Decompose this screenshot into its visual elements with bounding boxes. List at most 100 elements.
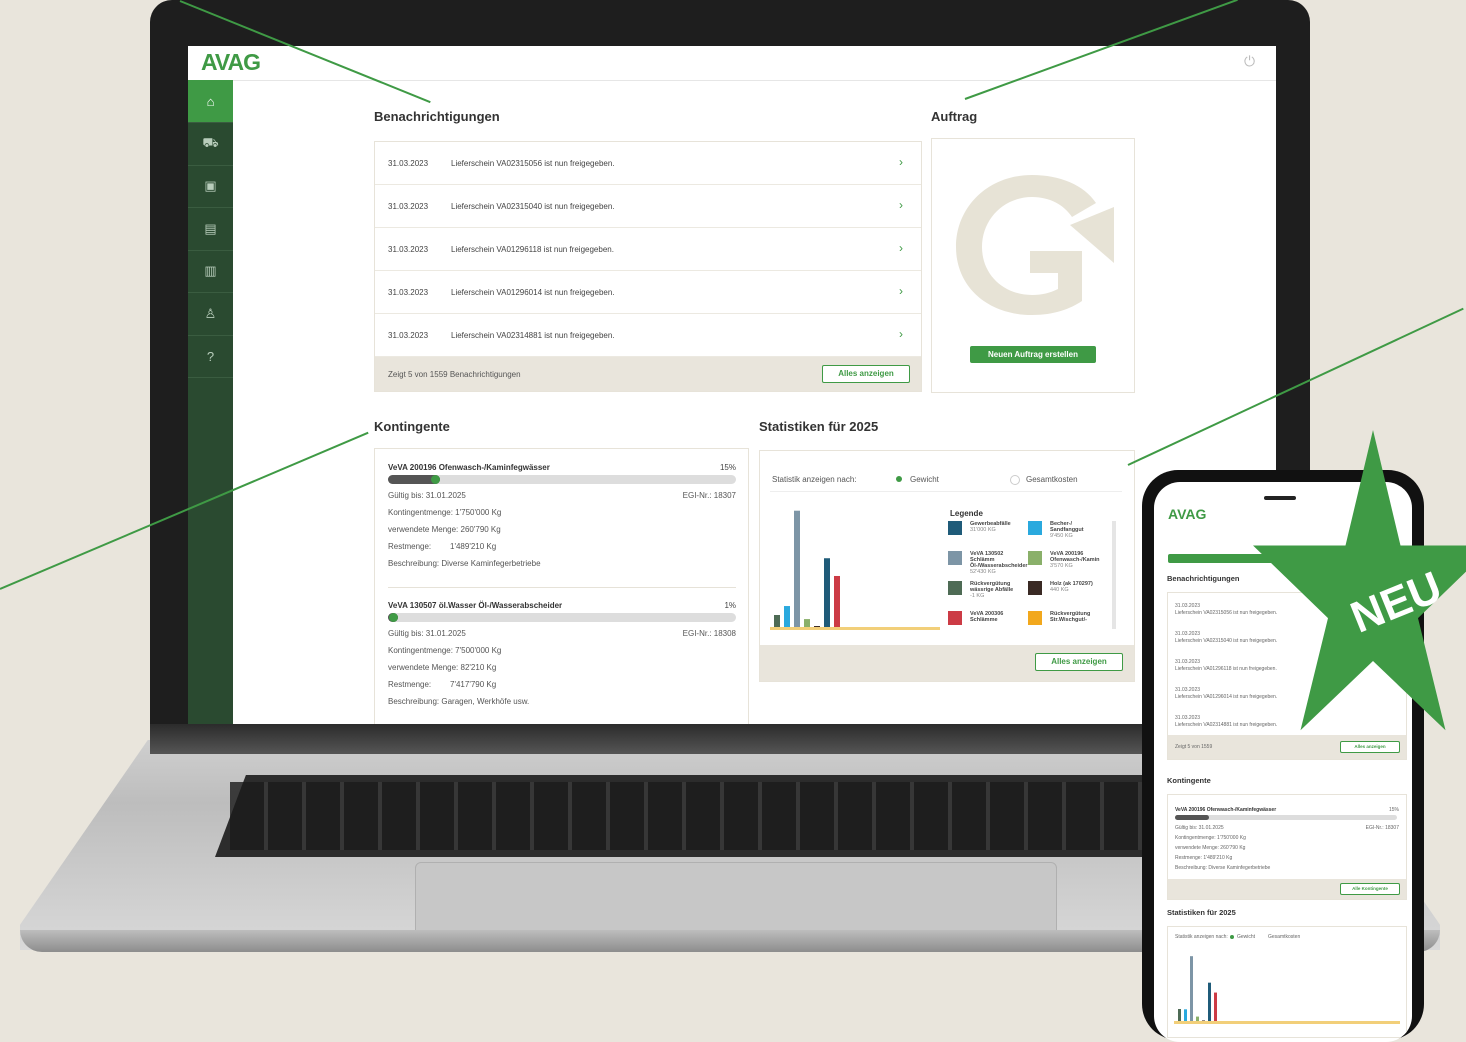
chart-bar[interactable] <box>804 619 810 627</box>
sidebar: ⌂ ⛟ ▣ ▤ ▥ ♙? <box>188 80 233 724</box>
quotas-title: Kontingente <box>374 419 450 434</box>
stats-filter-label: Statistik anzeigen nach: <box>772 475 857 484</box>
phone-cost-option[interactable]: Gesamtkosten <box>1268 934 1300 940</box>
notification-text: Lieferschein VA01296014 ist nun freigege… <box>451 288 615 297</box>
quota-egi-number: EGI-Nr.: 18308 <box>682 629 736 638</box>
notifications-count: Zeigt 5 von 1559 Benachrichtigungen <box>388 370 521 379</box>
home-nav-item[interactable]: ⌂ <box>188 80 233 123</box>
notification-row[interactable]: 31.03.2023 Lieferschein VA02315040 ist nu… <box>375 185 921 228</box>
phone-show-all-button[interactable]: Alles anzeigen <box>1340 741 1400 753</box>
phone-stats-title: Statistiken für 2025 <box>1167 908 1236 917</box>
phone-notifications-count: Zeigt 5 von 1559 <box>1175 744 1213 750</box>
stats-title: Statistiken für 2025 <box>759 419 879 434</box>
document-icon: ▣ <box>204 178 217 193</box>
quota-progress-marker <box>389 613 398 622</box>
legend-item: Gewerbeabfälle 31'000 KG <box>970 521 1026 533</box>
legend-swatch <box>948 551 962 565</box>
phone-quotas-title: Kontingente <box>1167 776 1211 785</box>
chart-bar[interactable] <box>1184 1009 1187 1021</box>
legend-title: Legende <box>950 509 983 518</box>
user-nav-item[interactable]: ♙ <box>188 293 233 336</box>
chart-bar[interactable] <box>814 626 820 627</box>
phone-weight-option[interactable]: Gewicht <box>1237 934 1255 940</box>
notification-row[interactable]: 31.03.2023 Lieferschein VA01296014 ist nu… <box>375 271 921 314</box>
chart-bar[interactable] <box>824 558 830 627</box>
invoice-nav-item[interactable]: ▤ <box>188 208 233 251</box>
weight-radio[interactable] <box>896 476 902 482</box>
legend-value: 52'430 KG <box>970 569 996 575</box>
notification-text: Lieferschein VA01296118 ist nun freigege… <box>451 245 614 254</box>
avag-g-logo <box>956 175 1114 315</box>
legend-item: Becher-/ Sandfanggut 9'450 KG <box>1050 521 1106 539</box>
chart-bar[interactable] <box>784 606 790 627</box>
chart-bar[interactable] <box>834 575 840 627</box>
app-logo[interactable]: AVAG <box>201 49 261 76</box>
stats-show-all-button[interactable]: Alles anzeigen <box>1035 653 1123 671</box>
chart-bar[interactable] <box>774 615 780 627</box>
quota-progress-marker <box>431 475 441 484</box>
phone-notifications-footer: Zeigt 5 von 1559 Alles anzeigen <box>1168 735 1406 759</box>
notifications-footer: Zeigt 5 von 1559 Benachrichtigungen Alle… <box>375 357 921 391</box>
trackpad <box>415 862 1057 936</box>
quota-rest-value: 7'417'790 Kg <box>450 680 497 689</box>
notification-row[interactable]: 31.03.2023 Lieferschein VA02314881 ist nu… <box>375 314 921 357</box>
phone-notification-date: 31.03.2023 <box>1175 687 1201 693</box>
chart-bar[interactable] <box>1190 956 1193 1021</box>
legend-item: Rückvergütung Str.Wischgut/- <box>1050 611 1106 623</box>
legend-label: Rückvergütung Str.Wischgut/- <box>1050 611 1091 623</box>
document-nav-item[interactable]: ▣ <box>188 165 233 208</box>
notification-date: 31.03.2023 <box>388 288 429 297</box>
phone-logo[interactable]: AVAG <box>1168 506 1206 522</box>
notification-text: Lieferschein VA02314881 ist nun freigege… <box>451 331 615 340</box>
notification-row[interactable]: 31.03.2023 Lieferschein VA02315056 ist nu… <box>375 142 921 185</box>
chart-bar[interactable] <box>1178 1009 1181 1021</box>
chart-bar[interactable] <box>1196 1016 1199 1021</box>
notifications-show-all-button[interactable]: Alles anzeigen <box>822 365 910 383</box>
legend-item: Rückvergütung wässrige Abfälle -1 KG <box>970 581 1026 599</box>
quota-progress-bar <box>388 475 736 484</box>
power-icon[interactable]: ⏻ <box>1244 53 1260 69</box>
quotas-card: VeVA 200196 Ofenwasch-/Kaminfegwässer 15%… <box>374 448 749 724</box>
chart-bar[interactable] <box>1208 982 1211 1021</box>
quota-egi-number: EGI-Nr.: 18307 <box>682 491 736 500</box>
legend-scrollbar[interactable] <box>1112 521 1116 629</box>
chevron-right-icon[interactable]: › <box>899 284 903 298</box>
quota-percent: 15% <box>719 463 736 472</box>
phone-quota-line: Kontingentmenge: 1'750'000 Kg <box>1175 835 1246 841</box>
quota-rest-value: 1'489'210 Kg <box>450 542 497 551</box>
chart-nav-item[interactable]: ▥ <box>188 250 233 293</box>
phone-all-quotas-button[interactable]: Alle Kontingente <box>1340 883 1400 895</box>
phone-notifications-title: Benachrichtigungen <box>1167 574 1240 583</box>
notification-row[interactable]: 31.03.2023 Lieferschein VA01296118 ist nu… <box>375 228 921 271</box>
quota-used: verwendete Menge: 82'210 Kg <box>388 663 497 672</box>
quota-amount: Kontingentmenge: 7'500'000 Kg <box>388 646 502 655</box>
weight-option-label[interactable]: Gewicht <box>910 475 939 484</box>
chart-bar[interactable] <box>1214 992 1217 1021</box>
chart-bar[interactable] <box>1202 1020 1205 1021</box>
help-icon: ? <box>206 348 215 364</box>
legend: Gewerbeabfälle 31'000 KG Becher-/ Sandfang… <box>948 521 1118 633</box>
quota-used: verwendete Menge: 260'790 Kg <box>388 525 501 534</box>
cost-radio[interactable] <box>1010 475 1020 485</box>
chart-baseline <box>1174 1021 1400 1024</box>
phone-quota-bar <box>1175 815 1397 820</box>
new-order-button[interactable]: Neuen Auftrag erstellen <box>970 346 1096 363</box>
truck-nav-item[interactable]: ⛟ <box>188 123 233 166</box>
chevron-right-icon[interactable]: › <box>899 241 903 255</box>
quota-description: Beschreibung: Garagen, Werkhöfe usw. <box>388 697 530 706</box>
chart-bar[interactable] <box>794 510 800 627</box>
phone-quota-card: VeVA 200196 Ofenwasch-/Kaminfegwässer 15… <box>1167 794 1407 900</box>
chevron-right-icon[interactable]: › <box>899 198 903 212</box>
quota-rest-label: Restmenge: <box>388 680 432 689</box>
cost-option-label[interactable]: Gesamtkosten <box>1026 475 1078 484</box>
help-nav-item[interactable]: ? <box>188 335 233 378</box>
chart-icon: ▥ <box>204 263 217 278</box>
phone-notification-text: Lieferschein VA01296014 ist nun freigege… <box>1175 694 1278 700</box>
quota-name: VeVA 200196 Ofenwasch-/Kaminfegwässer <box>388 463 550 472</box>
chevron-right-icon[interactable]: › <box>899 155 903 169</box>
phone-weight-radio[interactable] <box>1230 935 1234 939</box>
legend-label: VeVA 130502 Schlämm Öl-/Wasserabscheider <box>970 551 1028 569</box>
quota-name: VeVA 130507 öl.Wasser Öl-/Wasserabscheid… <box>388 601 563 610</box>
chevron-right-icon[interactable]: › <box>899 327 903 341</box>
truck-icon: ⛟ <box>202 134 219 150</box>
